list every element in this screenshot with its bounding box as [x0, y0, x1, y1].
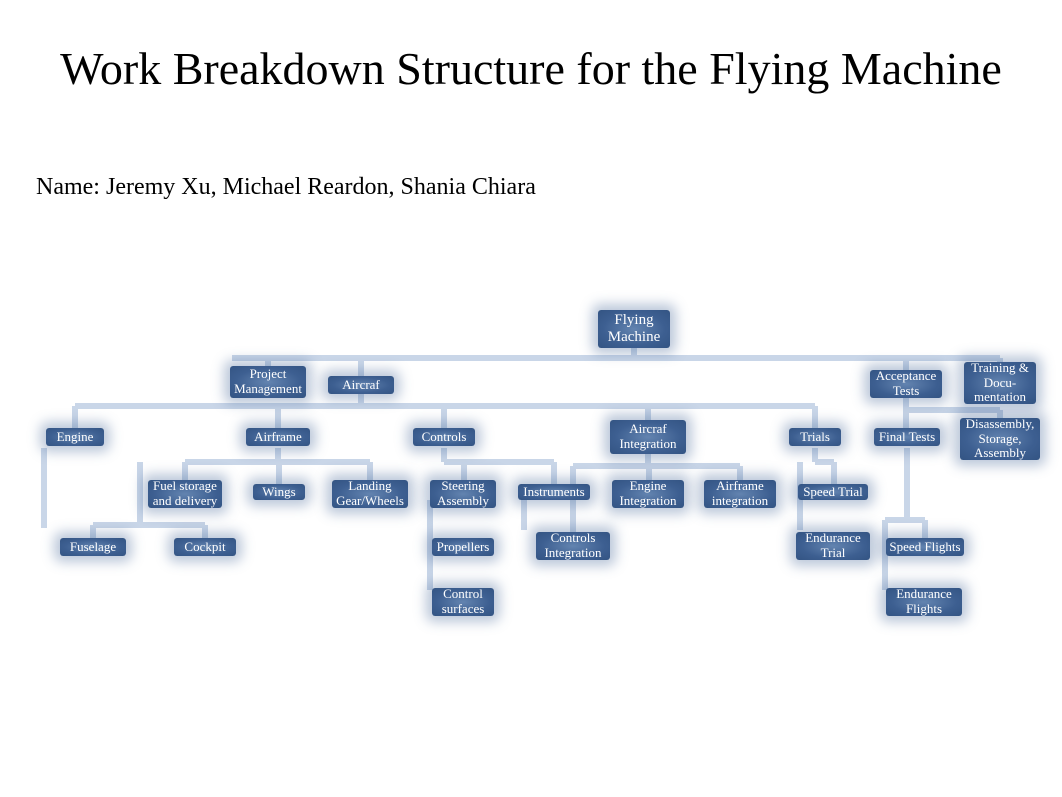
node-aircraft: Aircraf — [328, 376, 394, 394]
node-acceptance-tests: Acceptance Tests — [870, 370, 942, 398]
node-speed-trial: Speed Trial — [798, 484, 868, 500]
node-flying-machine: Flying Machine — [598, 310, 670, 348]
node-final-tests: Final Tests — [874, 428, 940, 446]
node-propellers: Propellers — [432, 538, 494, 556]
node-endurance-flights: Endurance Flights — [886, 588, 962, 616]
node-airframe-integration: Airframe integration — [704, 480, 776, 508]
node-instruments: Instruments — [518, 484, 590, 500]
node-disassembly-storage-assembly: Disassembly, Storage, Assembly — [960, 418, 1040, 460]
node-cockpit: Cockpit — [174, 538, 236, 556]
node-engine-integration: Engine Integration — [612, 480, 684, 508]
node-endurance-trial: Endurance Trial — [796, 532, 870, 560]
node-project-management: Project Management — [230, 366, 306, 398]
node-controls: Controls — [413, 428, 475, 446]
node-fuselage: Fuselage — [60, 538, 126, 556]
node-trials: Trials — [789, 428, 841, 446]
node-airframe: Airframe — [246, 428, 310, 446]
node-steering-assembly: Steering Assembly — [430, 480, 496, 508]
node-aircraft-integration: Aircraf Integration — [610, 420, 686, 454]
page-title: Work Breakdown Structure for the Flying … — [0, 40, 1062, 98]
names-line: Name: Jeremy Xu, Michael Reardon, Shania… — [36, 174, 536, 201]
node-speed-flights: Speed Flights — [886, 538, 964, 556]
node-training-documentation: Training & Docu- mentation — [964, 362, 1036, 404]
node-controls-integration: Controls Integration — [536, 532, 610, 560]
node-fuel-storage-delivery: Fuel storage and delivery — [148, 480, 222, 508]
node-control-surfaces: Control surfaces — [432, 588, 494, 616]
node-wings: Wings — [253, 484, 305, 500]
node-landing-gear: Landing Gear/Wheels — [332, 480, 408, 508]
node-engine: Engine — [46, 428, 104, 446]
